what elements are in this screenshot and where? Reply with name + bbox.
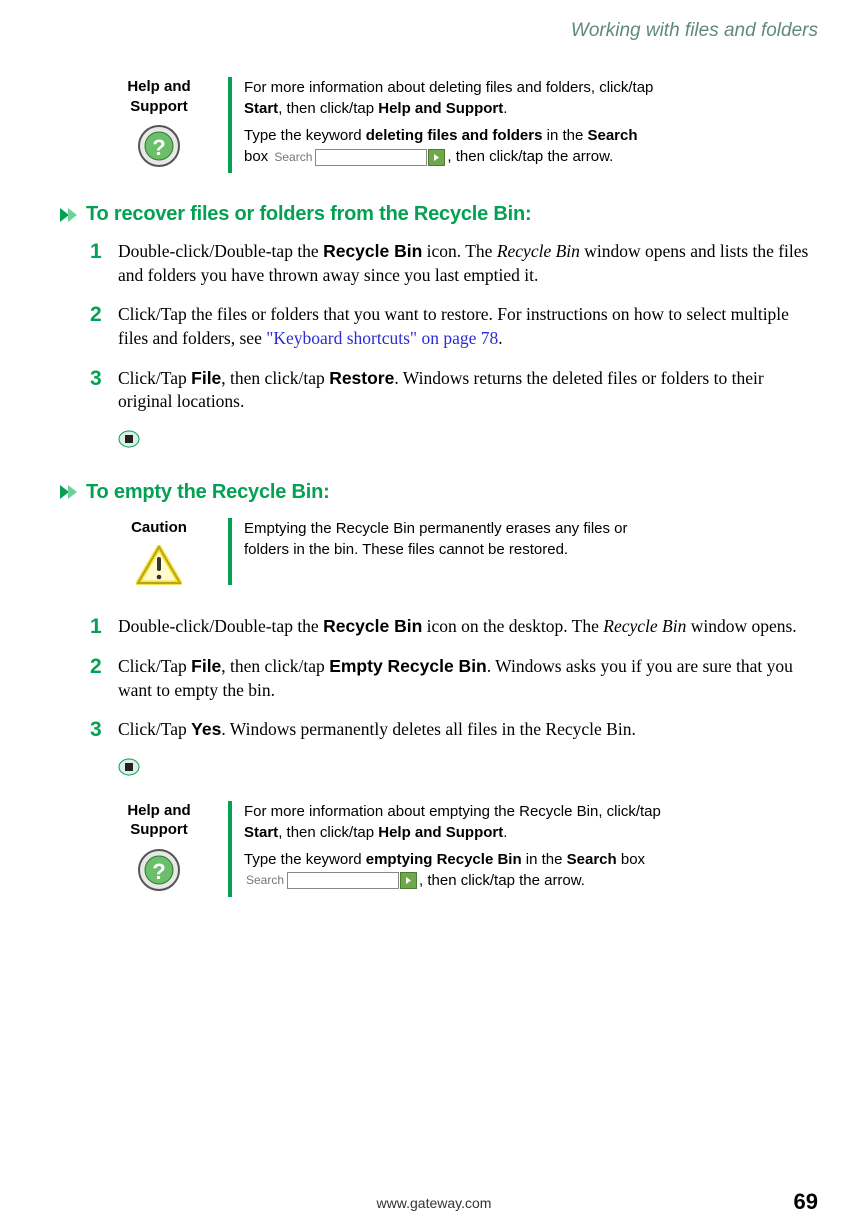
step-row: 1 Double-click/Double-tap the Recycle Bi… xyxy=(90,615,818,639)
text-bold: Search xyxy=(587,127,637,144)
help-support-label: Help and Support xyxy=(100,801,218,840)
text: , then click/tap xyxy=(221,368,329,388)
text: , then click/tap the arrow. xyxy=(447,148,613,165)
text: Type the keyword xyxy=(244,127,366,144)
text-bold: File xyxy=(191,368,221,388)
text-bold: deleting files and folders xyxy=(366,127,543,144)
text: Double-click/Double-tap the xyxy=(118,241,323,261)
text-bold: Help and Support xyxy=(378,824,503,841)
text: Click/Tap xyxy=(118,368,191,388)
step-number: 1 xyxy=(90,615,118,639)
text: . xyxy=(503,824,507,841)
cross-reference-link[interactable]: "Keyboard shortcuts" on page 78 xyxy=(266,328,498,348)
text: Type the keyword xyxy=(244,851,366,868)
step-row: 1 Double-click/Double-tap the Recycle Bi… xyxy=(90,240,818,287)
search-go-button[interactable] xyxy=(428,149,445,166)
text: For more information about emptying the … xyxy=(244,803,661,820)
text-bold: Recycle Bin xyxy=(323,616,422,636)
text: . Windows permanently deletes all files … xyxy=(221,719,636,739)
search-widget: Search xyxy=(246,872,417,889)
text: For more information about deleting file… xyxy=(244,79,653,96)
search-input[interactable] xyxy=(315,149,427,166)
text: , then click/tap xyxy=(278,100,378,117)
search-widget: Search xyxy=(274,149,445,166)
text: box xyxy=(244,148,272,165)
text-bold: Help and Support xyxy=(378,100,503,117)
arrow-right-icon xyxy=(404,876,413,885)
text: Click/Tap xyxy=(118,656,191,676)
text-bold: Empty Recycle Bin xyxy=(329,656,487,676)
text: in the xyxy=(522,851,567,868)
help-support-label: Help and Support xyxy=(100,77,218,116)
step-row: 2 Click/Tap File, then click/tap Empty R… xyxy=(90,655,818,702)
text-italic: Recycle Bin xyxy=(497,241,580,261)
svg-text:?: ? xyxy=(152,135,165,160)
step-row: 2 Click/Tap the files or folders that yo… xyxy=(90,303,818,350)
text-bold: File xyxy=(191,656,221,676)
end-of-procedure-icon xyxy=(118,758,140,776)
text: Click/Tap xyxy=(118,719,191,739)
text-bold: Start xyxy=(244,100,278,117)
step-number: 2 xyxy=(90,303,118,350)
step-number: 3 xyxy=(90,718,118,742)
text-bold: emptying Recycle Bin xyxy=(366,851,522,868)
help-support-callout-2: Help and Support ? For more information … xyxy=(100,801,818,897)
text: icon on the desktop. The xyxy=(422,616,603,636)
caution-callout: Caution Emptying the Recycle Bin permane… xyxy=(100,518,818,586)
text: , then click/tap xyxy=(278,824,378,841)
text: in the xyxy=(542,127,587,144)
help-support-callout-1: Help and Support ? For more information … xyxy=(100,77,818,173)
caution-icon xyxy=(136,545,182,585)
end-of-procedure-icon xyxy=(118,430,140,448)
text-bold: Start xyxy=(244,824,278,841)
help-icon: ? xyxy=(137,848,181,892)
text: . xyxy=(498,328,502,348)
text: window opens. xyxy=(686,616,796,636)
step-number: 3 xyxy=(90,367,118,414)
text: . xyxy=(503,100,507,117)
help-icon: ? xyxy=(137,124,181,168)
step-number: 1 xyxy=(90,240,118,287)
step-number: 2 xyxy=(90,655,118,702)
footer-url: www.gateway.com xyxy=(377,1195,492,1211)
page-number: 69 xyxy=(794,1189,818,1215)
caution-label: Caution xyxy=(100,518,218,538)
page-header: Working with files and folders xyxy=(60,20,818,42)
step-row: 3 Click/Tap File, then click/tap Restore… xyxy=(90,367,818,414)
text-bold: Recycle Bin xyxy=(323,241,422,261)
section-heading-empty: To empty the Recycle Bin: xyxy=(86,481,330,504)
text: Double-click/Double-tap the xyxy=(118,616,323,636)
text: , then click/tap xyxy=(221,656,329,676)
search-input[interactable] xyxy=(287,872,399,889)
section-heading-recover: To recover files or folders from the Rec… xyxy=(86,203,532,226)
svg-text:?: ? xyxy=(152,859,165,884)
text-italic: Recycle Bin xyxy=(603,616,686,636)
step-row: 3 Click/Tap Yes. Windows permanently del… xyxy=(90,718,818,742)
section-bullet-icon xyxy=(60,485,78,499)
arrow-right-icon xyxy=(432,153,441,162)
caution-text: Emptying the Recycle Bin permanently era… xyxy=(244,518,664,560)
text-bold: Restore xyxy=(329,368,394,388)
text: box xyxy=(617,851,645,868)
text: , then click/tap the arrow. xyxy=(419,872,585,889)
text: icon. The xyxy=(422,241,497,261)
text-bold: Yes xyxy=(191,719,221,739)
section-bullet-icon xyxy=(60,208,78,222)
text-bold: Search xyxy=(567,851,617,868)
search-label: Search xyxy=(274,149,312,166)
search-label: Search xyxy=(246,872,284,889)
search-go-button[interactable] xyxy=(400,872,417,889)
